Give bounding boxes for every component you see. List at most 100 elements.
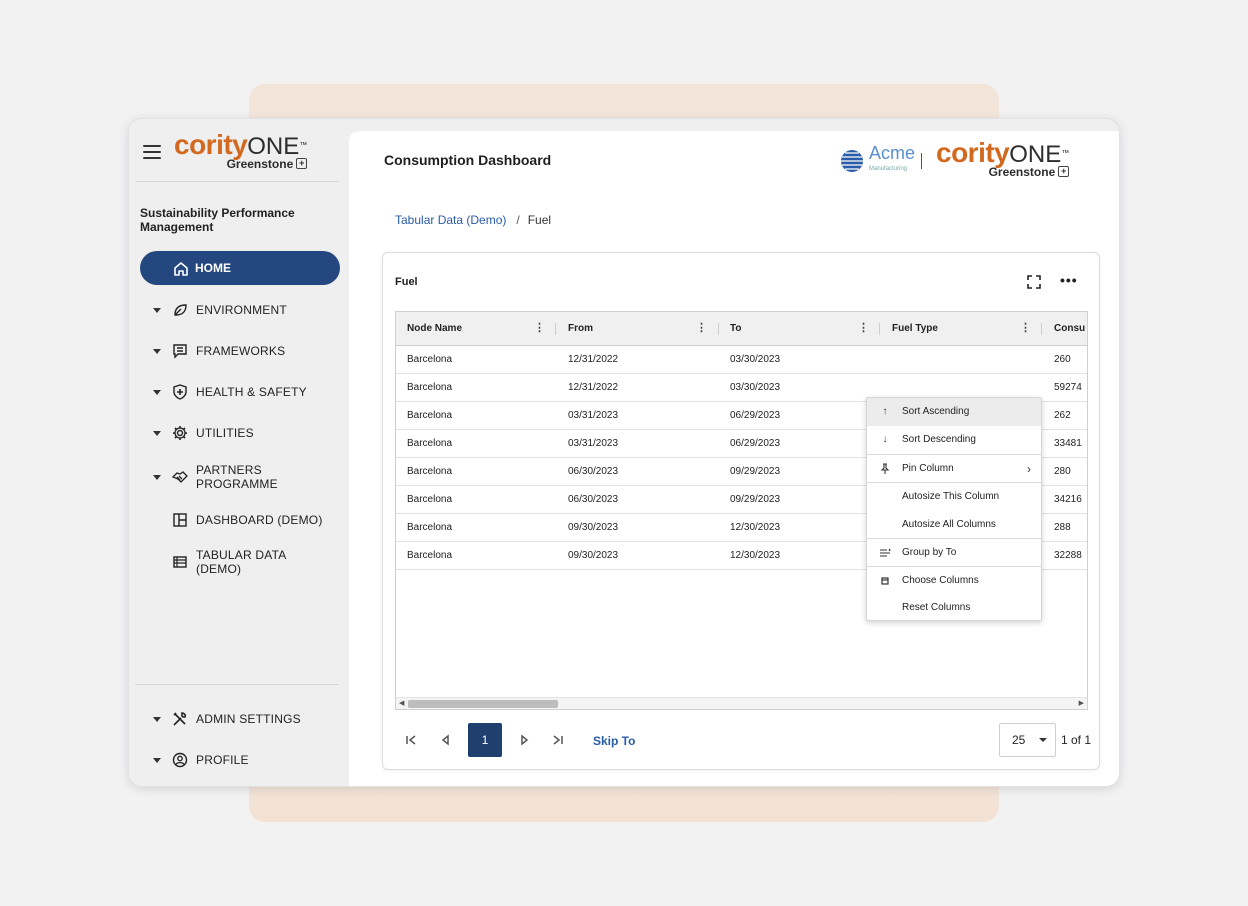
column-header-node-name[interactable]: Node Name	[396, 312, 462, 346]
chevron-right-icon: ›	[1027, 462, 1031, 476]
cell-from: 12/31/2022	[568, 382, 619, 393]
cell-node-name: Barcelona	[407, 382, 453, 393]
column-context-menu: ↑ Sort Ascending ↓ Sort Descending Pin C…	[866, 397, 1042, 621]
sidebar-divider	[135, 181, 339, 182]
column-header-to[interactable]: To	[719, 312, 741, 346]
more-options-icon[interactable]: •••	[1060, 272, 1078, 288]
menu-item-reset-columns[interactable]: Reset Columns	[867, 594, 1041, 622]
cell-node-name: Barcelona	[407, 354, 453, 365]
next-page-icon[interactable]	[516, 732, 532, 748]
sidebar-item-utilities[interactable]: UTILITIES	[140, 426, 340, 440]
app-window: corityONE™ Greenstone + Sustainability Pe…	[128, 118, 1120, 787]
arrow-up-icon: ↑	[882, 406, 888, 417]
cell-from: 09/30/2023	[568, 522, 619, 533]
pagination: 1 Skip To 25 1 of 1	[395, 723, 1095, 759]
cell-to: 03/30/2023	[730, 354, 781, 365]
cell-from: 03/31/2023	[568, 410, 619, 421]
column-separator[interactable]	[555, 323, 556, 335]
column-header-from[interactable]: From	[557, 312, 593, 346]
sidebar-item-admin-settings[interactable]: ADMIN SETTINGS	[140, 712, 340, 726]
caret-down-icon[interactable]	[153, 349, 161, 354]
brand-subtitle: Greenstone +	[174, 157, 308, 171]
breadcrumb-parent-link[interactable]: Tabular Data (Demo)	[395, 213, 506, 227]
scroll-left-icon[interactable]: ◀	[399, 698, 404, 709]
section-title: Sustainability Performance Management	[140, 206, 295, 234]
grid-header: Node Name ⋮ From ⋮ To ⋮ Fuel Type ⋮ Cons…	[396, 312, 1087, 346]
scroll-right-icon[interactable]: ▶	[1079, 698, 1084, 709]
last-page-icon[interactable]	[550, 732, 566, 748]
logo-separator	[921, 153, 923, 169]
partner-name-text: Acme	[869, 143, 916, 163]
menu-item-label: Group by To	[902, 547, 957, 558]
cell-node-name: Barcelona	[407, 438, 453, 449]
column-separator[interactable]	[879, 323, 880, 335]
data-grid: Node Name ⋮ From ⋮ To ⋮ Fuel Type ⋮ Cons…	[395, 311, 1088, 710]
menu-item-sort-ascending[interactable]: ↑ Sort Ascending	[867, 398, 1041, 426]
brand-sub-text: Greenstone	[226, 157, 294, 171]
caret-down-icon[interactable]	[153, 717, 161, 722]
previous-page-icon[interactable]	[438, 732, 454, 748]
caret-down-icon[interactable]	[153, 758, 161, 763]
menu-item-autosize-all[interactable]: Autosize All Columns	[867, 511, 1041, 539]
column-menu-icon[interactable]: ⋮	[534, 312, 545, 346]
brand-name: cority	[174, 129, 248, 160]
menu-item-label: Sort Descending	[902, 434, 976, 445]
tools-icon	[173, 712, 187, 726]
brand-logo: corityONE™ Greenstone +	[174, 129, 308, 171]
sidebar-nav: HOME ENVIRONMENT FRAMEWORKS HEALTH & SAF…	[140, 251, 340, 576]
table-row[interactable]: Barcelona 12/31/2022 03/30/2023 260	[396, 346, 1087, 374]
cell-node-name: Barcelona	[407, 410, 453, 421]
plus-box-icon: +	[1058, 166, 1070, 177]
caret-down-icon[interactable]	[153, 431, 161, 436]
page-number-button[interactable]: 1	[468, 723, 502, 757]
sidebar-item-profile[interactable]: PROFILE	[140, 752, 340, 768]
brand-one: ONE	[1009, 141, 1062, 168]
sidebar-item-home[interactable]: HOME	[140, 251, 340, 285]
cell-node-name: Barcelona	[407, 494, 453, 505]
menu-item-group-by[interactable]: Group by To	[867, 539, 1041, 567]
sidebar-item-label: DASHBOARD (DEMO)	[196, 513, 323, 527]
cell-to: 09/29/2023	[730, 494, 781, 505]
columns-icon	[881, 577, 889, 585]
globe-icon	[841, 150, 863, 172]
sidebar-item-label: UTILITIES	[196, 426, 254, 440]
page-size-select[interactable]: 25	[999, 723, 1056, 757]
menu-item-choose-columns[interactable]: Choose Columns	[867, 567, 1041, 595]
caret-down-icon[interactable]	[153, 390, 161, 395]
sidebar-item-tabular-data-demo[interactable]: TABULAR DATA (DEMO)	[140, 548, 340, 576]
scrollbar-thumb[interactable]	[408, 700, 558, 708]
menu-item-label: Sort Ascending	[902, 406, 970, 417]
cell-node-name: Barcelona	[407, 522, 453, 533]
caret-down-icon[interactable]	[153, 475, 161, 480]
arrow-down-icon: ↓	[882, 434, 888, 445]
column-separator[interactable]	[1041, 323, 1042, 335]
horizontal-scrollbar[interactable]: ◀ ▶	[396, 697, 1087, 709]
sidebar-item-label: PARTNERS PROGRAMME	[196, 463, 278, 491]
menu-item-sort-descending[interactable]: ↓ Sort Descending	[867, 426, 1041, 454]
sidebar-item-frameworks[interactable]: FRAMEWORKS	[140, 344, 340, 359]
sidebar-item-partners-programme[interactable]: PARTNERS PROGRAMME	[140, 463, 340, 491]
cell-to: 12/30/2023	[730, 522, 781, 533]
column-menu-icon[interactable]: ⋮	[696, 312, 707, 346]
skip-to-button[interactable]: Skip To	[593, 734, 635, 748]
column-menu-icon[interactable]: ⋮	[1020, 312, 1031, 346]
menu-item-label: Autosize This Column	[902, 491, 1000, 502]
cell-to: 09/29/2023	[730, 466, 781, 477]
partner-logo: Acme Manufacturing	[839, 143, 934, 177]
hamburger-menu-icon[interactable]	[143, 145, 161, 159]
menu-item-pin-column[interactable]: Pin Column ›	[867, 455, 1041, 483]
sidebar-item-environment[interactable]: ENVIRONMENT	[140, 303, 340, 317]
cell-to: 12/30/2023	[730, 550, 781, 561]
cell-from: 09/30/2023	[568, 550, 619, 561]
column-menu-icon[interactable]: ⋮	[858, 312, 869, 346]
expand-icon[interactable]	[1027, 275, 1041, 289]
sidebar-item-health-safety[interactable]: HEALTH & SAFETY	[140, 384, 340, 400]
menu-item-autosize-this[interactable]: Autosize This Column	[867, 483, 1041, 511]
cell-consumption: 32288	[1054, 550, 1082, 561]
first-page-icon[interactable]	[403, 732, 419, 748]
column-header-consumption[interactable]: Consu	[1043, 312, 1085, 346]
sidebar-item-dashboard-demo[interactable]: DASHBOARD (DEMO)	[140, 513, 340, 527]
column-header-fuel-type[interactable]: Fuel Type	[881, 312, 938, 346]
brand-subtitle: Greenstone +	[936, 165, 1070, 179]
caret-down-icon[interactable]	[153, 308, 161, 313]
